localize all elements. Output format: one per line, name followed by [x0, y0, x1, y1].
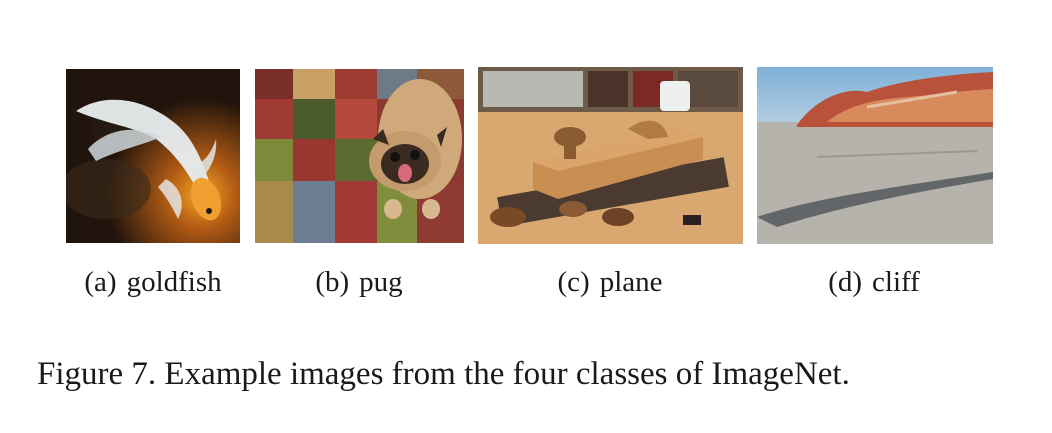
cliff-image [757, 67, 993, 244]
caption-label: plane [599, 266, 663, 298]
caption-plane: (c) plane [558, 266, 663, 299]
caption-tag: (a) [84, 266, 117, 298]
goldfish-image [66, 69, 240, 243]
caption-label: goldfish [126, 266, 222, 298]
caption-label: pug [359, 266, 403, 298]
pug-image [255, 69, 464, 243]
caption-goldfish: (a) goldfish [84, 266, 221, 299]
caption-tag: (d) [828, 266, 863, 298]
caption-cliff: (d) cliff [828, 266, 920, 299]
caption-label: cliff [872, 266, 920, 298]
caption-pug: (b) pug [315, 266, 402, 299]
figure-caption: Figure 7. Example images from the four c… [37, 356, 850, 392]
caption-tag: (c) [557, 266, 590, 298]
caption-tag: (b) [315, 266, 350, 298]
plane-image [478, 67, 743, 244]
